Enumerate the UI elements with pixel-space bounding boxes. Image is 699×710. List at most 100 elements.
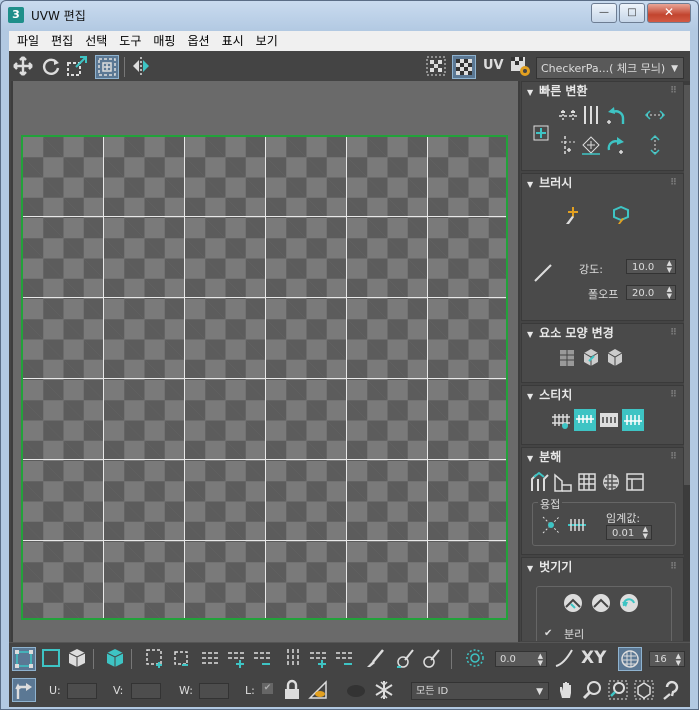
break-icon[interactable] [528,471,550,493]
weld-target-icon[interactable] [566,514,588,536]
move-icon[interactable] [12,55,34,77]
menu-file[interactable]: 파일 [11,31,45,51]
panel-scrollbar[interactable] [684,81,690,641]
falloff-curve-icon[interactable] [553,647,575,669]
relax-element-icon[interactable] [580,347,602,369]
soft-select-value-field[interactable]: 0.0 ▲ ▼ [495,651,547,667]
checker-texture-tile[interactable] [21,135,508,620]
stitch-target-icon[interactable] [574,409,596,431]
edge-select-icon[interactable] [40,647,62,669]
minimize-button[interactable]: — [591,3,617,23]
align-vertical-icon[interactable] [580,104,602,126]
u-coordinate-field[interactable] [67,683,97,699]
absolute-relative-toggle-icon[interactable] [12,678,36,702]
shrink-selection-icon[interactable] [170,647,192,669]
threshold-spinner[interactable]: 0.01 ▲ ▼ [606,525,652,540]
spinner-arrows-icon[interactable]: ▲ ▼ [667,260,672,274]
v-coordinate-field[interactable] [131,683,161,699]
uv-axis-label[interactable]: UV [483,58,504,73]
zoom-extents-icon[interactable] [633,679,655,701]
scale-icon[interactable] [66,55,88,77]
maximize-button[interactable]: □ [619,3,645,23]
ring-shrink-icon[interactable] [334,647,356,669]
ring-grow-icon[interactable] [308,647,330,669]
loop-grow-icon[interactable] [226,647,248,669]
soft-select-icon[interactable] [464,647,486,669]
rollout-header[interactable]: ▼ 요소 모양 변경 ⠿ [522,324,683,342]
zoom-icon[interactable] [581,679,603,701]
rollout-header[interactable]: ▼ 빠른 변환 ⠿ [522,82,683,100]
strength-spinner[interactable]: 10.0 ▲ ▼ [626,259,676,274]
quick-peel-icon[interactable] [562,592,584,614]
paint-move-icon[interactable] [562,204,584,226]
flatten-by-material-icon[interactable] [576,471,598,493]
loop-select-icon[interactable] [200,647,222,669]
zoom-region-icon[interactable] [607,679,629,701]
ring-select-icon[interactable] [282,647,304,669]
align-center-icon[interactable] [557,134,579,156]
menu-edit[interactable]: 편집 [45,31,79,51]
break-by-element-icon[interactable] [624,471,646,493]
spinner-arrows-icon[interactable]: ▲ ▼ [667,286,672,300]
stitch-custom-icon[interactable] [550,409,572,431]
menu-display[interactable]: 표시 [216,31,250,51]
rotate-ccw-icon[interactable] [605,104,627,126]
pan-hand-icon[interactable] [555,679,577,701]
paint-brush-shrink-icon[interactable] [420,647,442,669]
paint-brush-grow-icon[interactable] [394,647,416,669]
lock-checkbox[interactable]: ✔ [262,683,273,694]
straighten-icon[interactable] [580,134,602,156]
spinner-arrows-icon[interactable]: ▲ ▼ [676,653,681,667]
visibility-toggle-icon[interactable] [345,679,367,701]
rotate-icon[interactable] [40,55,62,77]
menu-select[interactable]: 선택 [79,31,113,51]
rollout-header[interactable]: ▼ 분해 ⠿ [522,448,683,466]
rollout-header[interactable]: ▼ 스티치 ⠿ [522,386,683,404]
pivot-icon[interactable] [530,122,552,144]
freeform-icon[interactable] [95,55,119,79]
uv-viewport[interactable] [13,81,518,647]
texture-settings-icon[interactable] [509,55,531,77]
snap-grid-icon[interactable] [618,647,642,671]
flatten-element-icon[interactable] [604,347,626,369]
reset-peel-icon[interactable] [618,592,640,614]
grid-size-field[interactable]: 16 ▲ ▼ [649,651,685,667]
grow-selection-icon[interactable] [144,647,166,669]
polygon-select-icon[interactable] [66,647,88,669]
rollout-header[interactable]: ▼ 브러시 ⠿ [522,174,683,192]
material-id-dropdown[interactable]: 모든 ID ▼ [411,682,549,700]
spinner-arrows-icon[interactable]: ▲ ▼ [538,653,543,667]
loop-shrink-icon[interactable] [252,647,274,669]
rollout-header[interactable]: ▼ 벗기기 ⠿ [522,558,683,576]
weld-selected-icon[interactable] [540,514,562,536]
align-horizontal-icon[interactable] [557,104,579,126]
element-select-icon[interactable] [104,647,126,669]
hide-select-icon[interactable] [307,679,329,701]
rotate-cw-icon[interactable] [605,134,627,156]
mirror-icon[interactable] [130,55,152,77]
close-button[interactable]: ✕ [647,3,691,23]
falloff-spinner[interactable]: 20.0 ▲ ▼ [626,285,676,300]
detach-checkbox[interactable]: ✔ [544,628,552,639]
checker-display-icon[interactable] [425,55,447,77]
stitch-source-icon[interactable] [622,409,644,431]
stitch-average-icon[interactable] [598,409,620,431]
show-map-icon[interactable] [452,55,476,79]
w-coordinate-field[interactable] [199,683,229,699]
space-horizontal-icon[interactable] [644,104,666,126]
menu-options[interactable]: 옵션 [181,31,215,51]
peel-mode-icon[interactable] [590,592,612,614]
brush-line-icon[interactable] [532,262,554,284]
scrollbar-thumb[interactable] [684,85,690,485]
flatten-by-smoothing-icon[interactable] [600,471,622,493]
vertex-select-icon[interactable] [12,647,36,671]
menu-view[interactable]: 보기 [250,31,284,51]
straighten-selection-icon[interactable] [556,347,578,369]
help-icon[interactable] [661,679,683,701]
menu-mapping[interactable]: 매핑 [147,31,181,51]
spinner-arrows-icon[interactable]: ▲ ▼ [643,526,648,540]
paint-select-icon[interactable] [364,647,386,669]
space-vertical-icon[interactable] [644,134,666,156]
flatten-by-polygon-icon[interactable] [552,471,574,493]
relax-brush-icon[interactable] [610,204,632,226]
